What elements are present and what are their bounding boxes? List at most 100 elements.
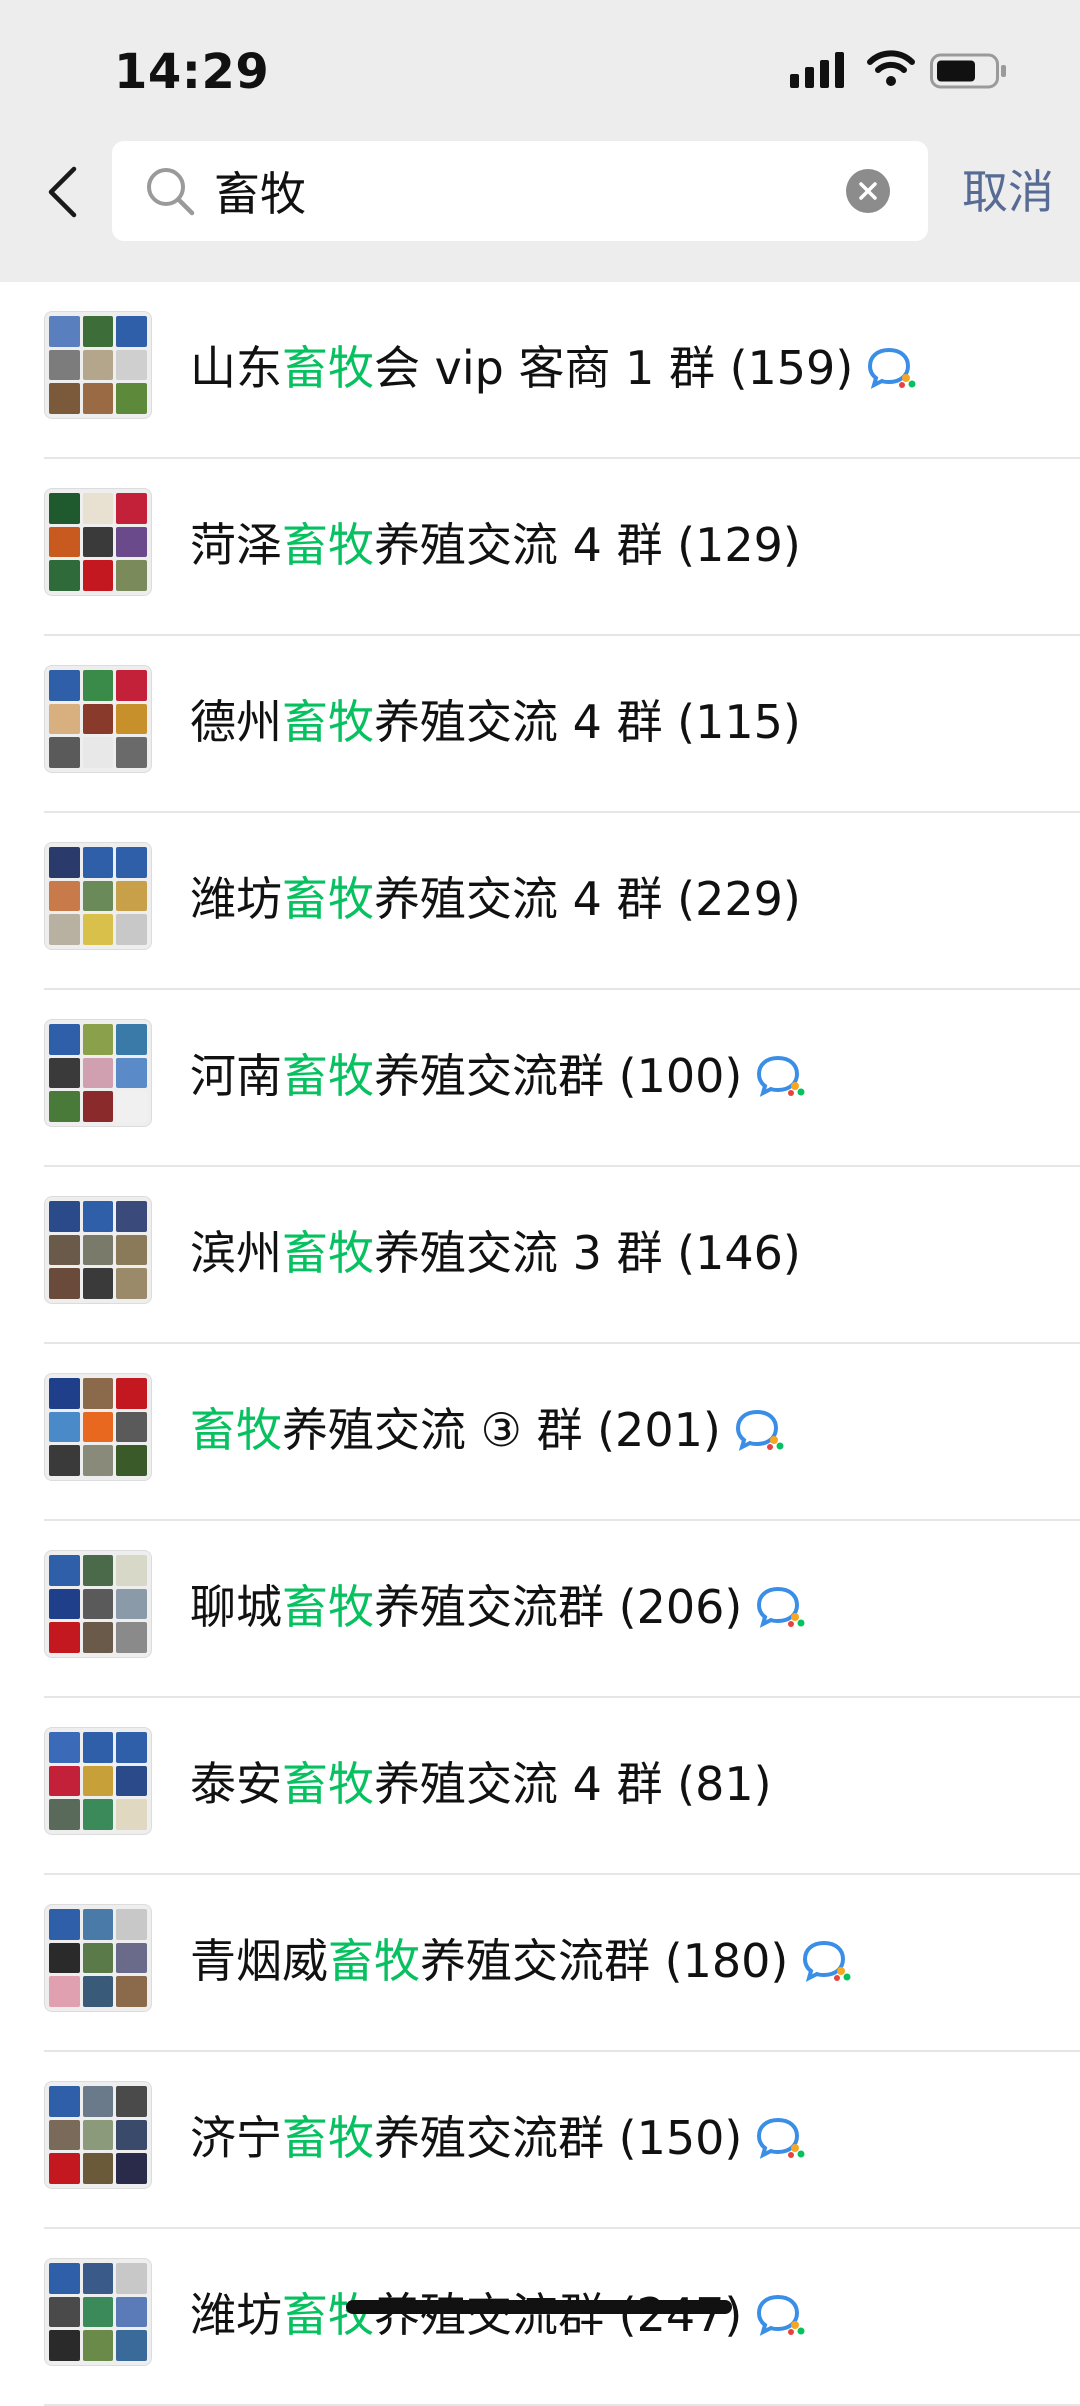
member-avatar-tile (116, 1799, 147, 1830)
member-avatar-tile (116, 2296, 147, 2328)
keyword-highlight: 畜牧 (282, 2288, 374, 2342)
group-name-suffix: 养殖交流群 (100) (374, 1049, 743, 1103)
member-avatar-tile (116, 2119, 147, 2151)
cancel-button[interactable]: 取消 (962, 160, 1054, 224)
group-name: 菏泽畜牧养殖交流 4 群 (129) (190, 513, 801, 577)
member-avatar-tile (116, 2086, 147, 2117)
member-avatar-tile (82, 316, 114, 347)
member-avatar-tile (49, 1799, 80, 1830)
member-avatar-tile (82, 1057, 114, 1089)
member-avatar-tile (49, 2330, 80, 2361)
member-avatar-tile (116, 1765, 147, 1797)
member-avatar-tile (49, 703, 80, 735)
group-name-suffix: 养殖交流群 (150) (374, 2111, 743, 2165)
wecom-chat-icon (757, 1586, 805, 1628)
member-avatar-tile (82, 703, 114, 735)
group-name: 聊城畜牧养殖交流群 (206) (190, 1575, 806, 1639)
member-avatar-tile (49, 1622, 80, 1653)
member-avatar-tile (49, 2086, 80, 2117)
home-indicator (346, 2300, 732, 2314)
group-chat-result[interactable]: 畜牧养殖交流 ③ 群 (201) (0, 1344, 1080, 1521)
group-name: 德州畜牧养殖交流 4 群 (115) (190, 690, 801, 754)
back-button[interactable] (36, 160, 88, 224)
group-name: 青烟威畜牧养殖交流群 (180) (190, 1929, 852, 1993)
member-avatar-tile (82, 1411, 114, 1443)
member-avatar-tile (116, 1024, 147, 1055)
group-name-suffix: 养殖交流群 (180) (420, 1934, 789, 1988)
group-avatar (44, 1019, 152, 1127)
group-name: 山东畜牧会 vip 客商 1 群 (159) (190, 336, 917, 400)
group-chat-result[interactable]: 泰安畜牧养殖交流 4 群 (81) (0, 1698, 1080, 1875)
member-avatar-tile (116, 914, 147, 945)
group-avatar (44, 1727, 152, 1835)
member-avatar-tile (116, 1555, 147, 1586)
group-name-suffix: 养殖交流 3 群 (146) (374, 1226, 801, 1280)
group-name: 泰安畜牧养殖交流 4 群 (81) (190, 1752, 772, 1816)
group-avatar (44, 1196, 152, 1304)
group-chat-result[interactable]: 德州畜牧养殖交流 4 群 (115) (0, 636, 1080, 813)
group-avatar (44, 488, 152, 596)
group-chat-result[interactable]: 菏泽畜牧养殖交流 4 群 (129) (0, 459, 1080, 636)
search-header: 14:29 取消 (0, 0, 1080, 282)
member-avatar-tile (49, 1378, 80, 1409)
group-name-suffix: 养殖交流 4 群 (129) (374, 518, 801, 572)
member-avatar-tile (116, 737, 147, 768)
member-avatar-tile (116, 2263, 147, 2294)
group-chat-result[interactable]: 潍坊畜牧养殖交流 4 群 (229) (0, 813, 1080, 990)
keyword-highlight: 畜牧 (282, 518, 374, 572)
group-chat-result[interactable]: 潍坊畜牧养殖交流群 (247) (0, 2229, 1080, 2406)
wifi-icon (867, 50, 915, 86)
member-avatar-tile (49, 383, 80, 414)
member-avatar-tile (82, 1799, 114, 1830)
member-avatar-tile (82, 914, 114, 945)
member-avatar-tile (116, 2330, 147, 2361)
keyword-highlight: 畜牧 (282, 695, 374, 749)
keyword-highlight: 畜牧 (282, 872, 374, 926)
group-chat-result[interactable]: 济宁畜牧养殖交流群 (150) (0, 2052, 1080, 2229)
member-avatar-tile (116, 847, 147, 878)
member-avatar-tile (49, 914, 80, 945)
wecom-chat-icon (868, 347, 916, 389)
keyword-highlight: 畜牧 (282, 1757, 374, 1811)
member-avatar-tile (82, 1732, 114, 1763)
keyword-highlight: 畜牧 (282, 1580, 374, 1634)
member-avatar-tile (49, 560, 80, 591)
group-chat-result[interactable]: 聊城畜牧养殖交流群 (206) (0, 1521, 1080, 1698)
member-avatar-tile (82, 2119, 114, 2151)
group-avatar (44, 1550, 152, 1658)
member-avatar-tile (49, 737, 80, 768)
member-avatar-tile (116, 1201, 147, 1232)
group-name-prefix: 青烟威 (190, 1934, 328, 1988)
group-name-suffix: 会 vip 客商 1 群 (159) (374, 341, 854, 395)
group-avatar (44, 1904, 152, 2012)
group-chat-result[interactable]: 河南畜牧养殖交流群 (100) (0, 990, 1080, 1167)
wecom-chat-icon (757, 1055, 805, 1097)
member-avatar-tile (82, 880, 114, 912)
group-name-prefix: 滨州 (190, 1226, 282, 1280)
member-avatar-tile (116, 1445, 147, 1476)
member-avatar-tile (82, 670, 114, 701)
member-avatar-tile (116, 1942, 147, 1974)
member-avatar-tile (82, 1378, 114, 1409)
member-avatar-tile (82, 1555, 114, 1586)
group-name: 潍坊畜牧养殖交流 4 群 (229) (190, 867, 801, 931)
group-chat-result[interactable]: 滨州畜牧养殖交流 3 群 (146) (0, 1167, 1080, 1344)
member-avatar-tile (82, 1942, 114, 1974)
status-time: 14:29 (114, 44, 270, 100)
member-avatar-tile (116, 349, 147, 381)
member-avatar-tile (116, 1411, 147, 1443)
search-input[interactable] (214, 141, 834, 241)
member-avatar-tile (49, 349, 80, 381)
group-chat-result[interactable]: 青烟威畜牧养殖交流群 (180) (0, 1875, 1080, 2052)
member-avatar-tile (116, 1732, 147, 1763)
member-avatar-tile (49, 1765, 80, 1797)
group-chat-result[interactable]: 山东畜牧会 vip 客商 1 群 (159) (0, 282, 1080, 459)
member-avatar-tile (82, 2263, 114, 2294)
group-name-prefix: 河南 (190, 1049, 282, 1103)
keyword-highlight: 畜牧 (190, 1403, 282, 1457)
clear-search-button[interactable] (846, 169, 890, 213)
member-avatar-tile (82, 1234, 114, 1266)
search-bar[interactable] (112, 141, 928, 241)
member-avatar-tile (82, 1976, 114, 2007)
member-avatar-tile (49, 526, 80, 558)
